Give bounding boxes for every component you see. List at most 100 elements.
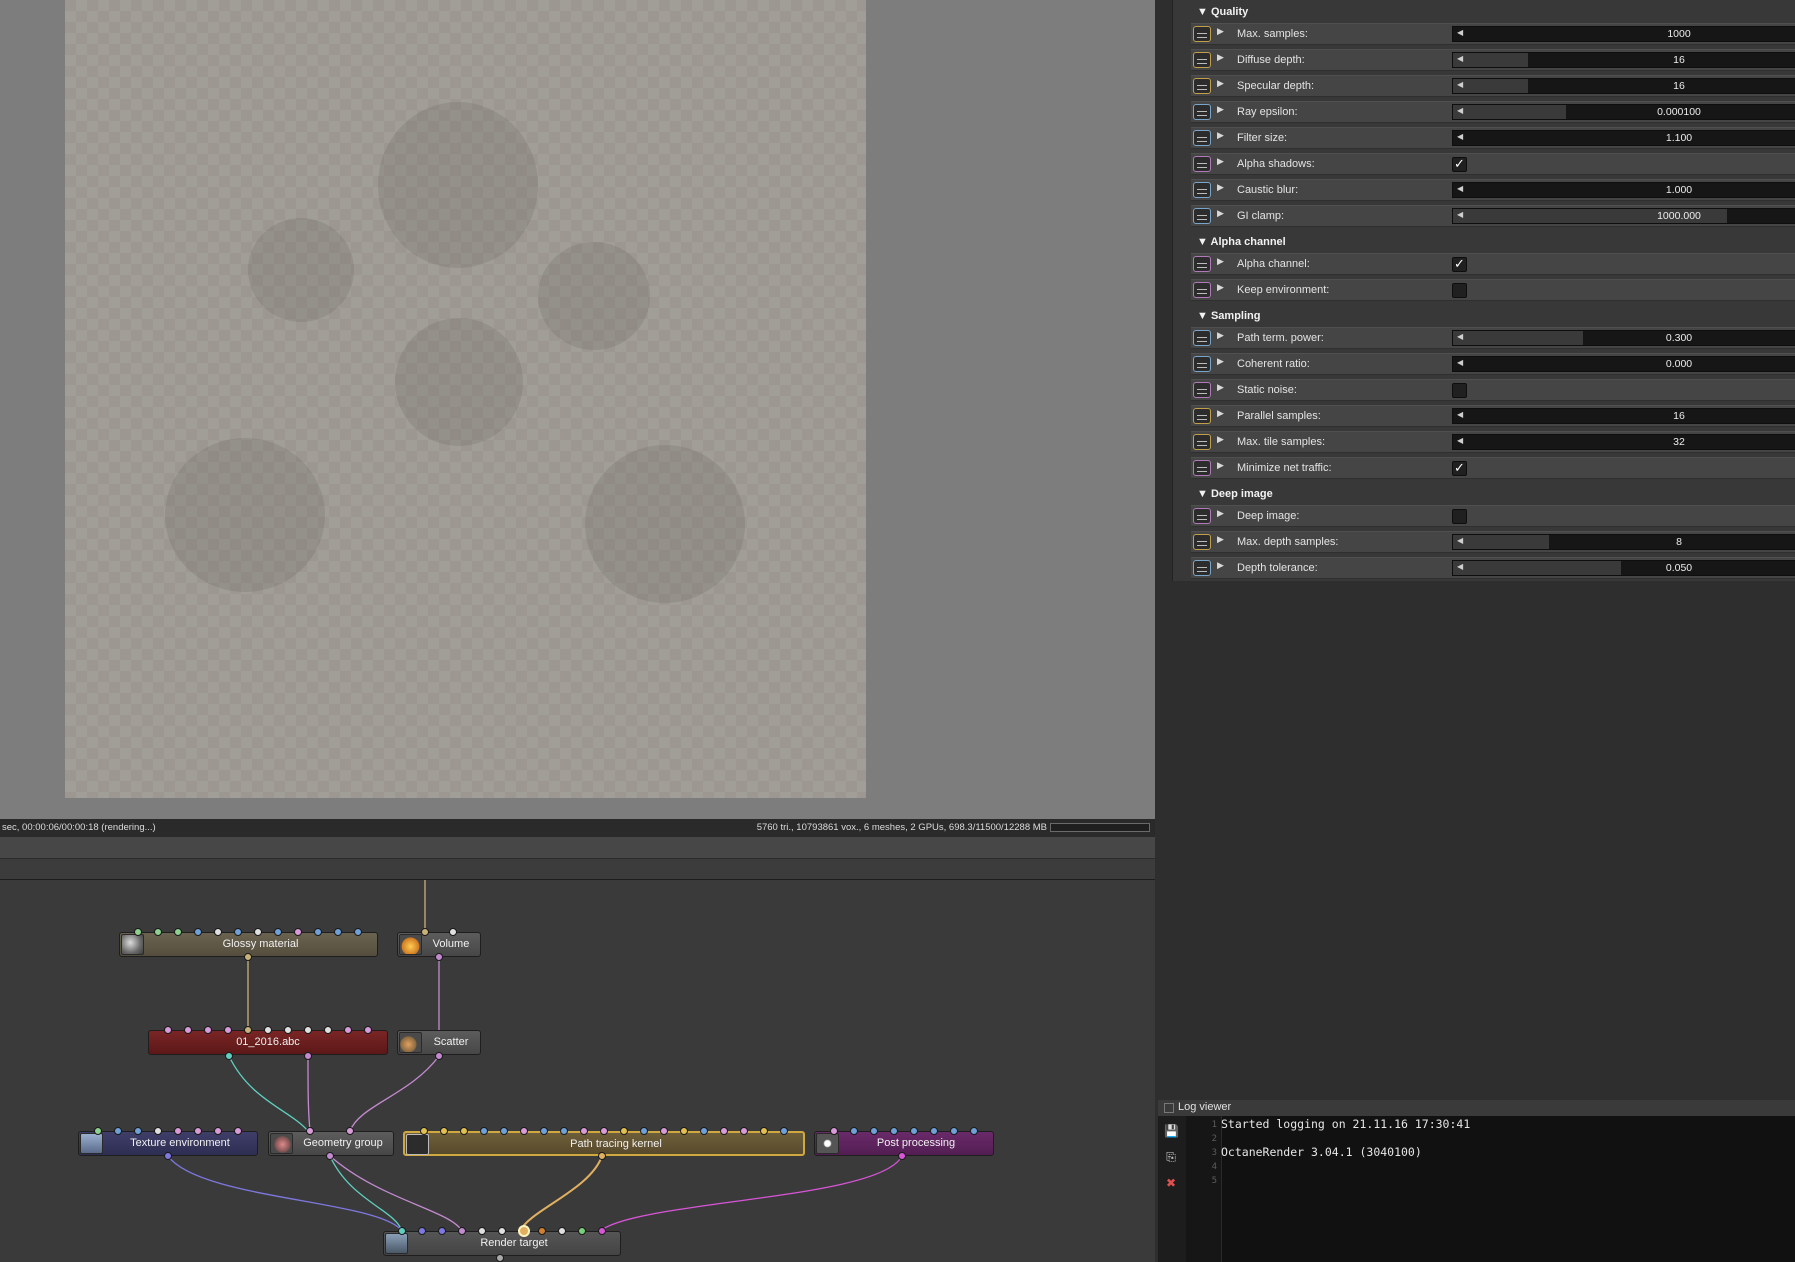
decrement-arrow-icon[interactable]: ◀	[1457, 106, 1463, 115]
input-pin[interactable]	[364, 1026, 372, 1034]
deep-image-checkbox[interactable]	[1452, 509, 1467, 524]
input-pin[interactable]	[234, 928, 242, 936]
input-pin[interactable]	[740, 1127, 748, 1135]
output-pin[interactable]	[598, 1152, 606, 1160]
input-pin[interactable]	[830, 1127, 838, 1135]
input-pin[interactable]	[214, 928, 222, 936]
param-depth-tolerance[interactable]: ▶ Depth tolerance: ◀ 0.050	[1191, 557, 1795, 579]
param-caustic-blur[interactable]: ▶ Caustic blur: ◀ 1.000	[1191, 179, 1795, 201]
output-pin[interactable]	[164, 1152, 172, 1160]
input-pin[interactable]	[538, 1227, 546, 1235]
coherent-ratio-slider[interactable]: ◀ 0.000	[1452, 356, 1795, 372]
expand-arrow-icon[interactable]: ▶	[1217, 561, 1224, 571]
input-pin[interactable]	[558, 1227, 566, 1235]
input-pin[interactable]	[154, 1127, 162, 1135]
copy-icon[interactable]: ⎘	[1164, 1150, 1178, 1164]
filter-size-slider[interactable]: ◀ 1.100	[1452, 130, 1795, 146]
input-pin[interactable]	[254, 928, 262, 936]
ray-epsilon-slider[interactable]: ◀ 0.000100	[1452, 104, 1795, 120]
output-pin[interactable]	[435, 953, 443, 961]
input-pin[interactable]	[680, 1127, 688, 1135]
input-pin[interactable]	[134, 928, 142, 936]
expand-arrow-icon[interactable]: ▶	[1217, 383, 1224, 393]
decrement-arrow-icon[interactable]: ◀	[1457, 358, 1463, 367]
input-pin[interactable]	[334, 928, 342, 936]
param-filter-size[interactable]: ▶ Filter size: ◀ 1.100	[1191, 127, 1795, 149]
float-pin-icon[interactable]	[1193, 560, 1211, 576]
decrement-arrow-icon[interactable]: ◀	[1457, 54, 1463, 63]
input-pin[interactable]	[304, 1026, 312, 1034]
input-pin[interactable]	[449, 928, 457, 936]
decrement-arrow-icon[interactable]: ◀	[1457, 80, 1463, 89]
param-diffuse-depth[interactable]: ▶ Diffuse depth: ◀ 16	[1191, 49, 1795, 71]
bool-pin-icon[interactable]	[1193, 256, 1211, 272]
expand-arrow-icon[interactable]: ▶	[1217, 409, 1224, 419]
clear-log-icon[interactable]: ✖	[1164, 1176, 1178, 1190]
decrement-arrow-icon[interactable]: ◀	[1457, 332, 1463, 341]
caustic-blur-slider[interactable]: ◀ 1.000	[1452, 182, 1795, 198]
expand-arrow-icon[interactable]: ▶	[1217, 357, 1224, 367]
decrement-arrow-icon[interactable]: ◀	[1457, 184, 1463, 193]
node-graph-editor[interactable]: Glossy material Volume 01_2016.abc Scatt…	[0, 880, 1155, 1262]
input-pin[interactable]	[194, 928, 202, 936]
decrement-arrow-icon[interactable]: ◀	[1457, 210, 1463, 219]
output-pin[interactable]	[496, 1254, 504, 1262]
input-pin[interactable]	[760, 1127, 768, 1135]
output-pin[interactable]	[435, 1052, 443, 1060]
keep-environment-checkbox[interactable]	[1452, 283, 1467, 298]
expand-arrow-icon[interactable]: ▶	[1217, 209, 1224, 219]
alpha-channel-checkbox[interactable]: ✓	[1452, 257, 1467, 272]
diffuse-depth-slider[interactable]: ◀ 16	[1452, 52, 1795, 68]
param-max-tile-samples[interactable]: ▶ Max. tile samples: ◀ 32	[1191, 431, 1795, 453]
input-pin[interactable]	[344, 1026, 352, 1034]
log-viewer[interactable]: Log viewer 💾 ⎘ ✖ 1 2 3 4 5 Started loggi…	[1158, 1100, 1795, 1262]
input-pin[interactable]	[284, 1026, 292, 1034]
log-viewer-dock-checkbox[interactable]	[1164, 1103, 1174, 1113]
input-pin[interactable]	[420, 1127, 428, 1135]
expand-arrow-icon[interactable]: ▶	[1217, 79, 1224, 89]
int-pin-icon[interactable]	[1193, 52, 1211, 68]
max-tile-samples-slider[interactable]: ◀ 32	[1452, 434, 1795, 450]
input-pin[interactable]	[244, 1026, 252, 1034]
param-ray-epsilon[interactable]: ▶ Ray epsilon: ◀ 0.000100	[1191, 101, 1795, 123]
int-pin-icon[interactable]	[1193, 434, 1211, 450]
input-pin[interactable]	[620, 1127, 628, 1135]
input-pin[interactable]	[114, 1127, 122, 1135]
input-pin[interactable]	[890, 1127, 898, 1135]
input-pin[interactable]	[421, 928, 429, 936]
static-noise-checkbox[interactable]	[1452, 383, 1467, 398]
param-parallel-samples[interactable]: ▶ Parallel samples: ◀ 16	[1191, 405, 1795, 427]
input-pin[interactable]	[398, 1227, 406, 1235]
input-pin[interactable]	[94, 1127, 102, 1135]
minimize-net-traffic-checkbox[interactable]: ✓	[1452, 461, 1467, 476]
input-pin[interactable]	[478, 1227, 486, 1235]
param-keep-environment[interactable]: ▶ Keep environment:	[1191, 279, 1795, 301]
float-pin-icon[interactable]	[1193, 130, 1211, 146]
decrement-arrow-icon[interactable]: ◀	[1457, 562, 1463, 571]
param-max-depth-samples[interactable]: ▶ Max. depth samples: ◀ 8	[1191, 531, 1795, 553]
int-pin-icon[interactable]	[1193, 534, 1211, 550]
max-samples-slider[interactable]: ◀ 1000	[1452, 26, 1795, 42]
input-pin[interactable]	[354, 928, 362, 936]
input-pin[interactable]	[438, 1227, 446, 1235]
expand-arrow-icon[interactable]: ▶	[1217, 157, 1224, 167]
param-gi-clamp[interactable]: ▶ GI clamp: ◀ 1000.000	[1191, 205, 1795, 227]
output-pin[interactable]	[898, 1152, 906, 1160]
input-pin[interactable]	[458, 1227, 466, 1235]
input-pin[interactable]	[640, 1127, 648, 1135]
output-pin[interactable]	[326, 1152, 334, 1160]
input-pin[interactable]	[600, 1127, 608, 1135]
output-pin[interactable]	[244, 953, 252, 961]
param-alpha-shadows[interactable]: ▶ Alpha shadows: ✓	[1191, 153, 1795, 175]
input-pin[interactable]	[204, 1026, 212, 1034]
input-pin[interactable]	[780, 1127, 788, 1135]
bool-pin-icon[interactable]	[1193, 382, 1211, 398]
depth-tolerance-slider[interactable]: ◀ 0.050	[1452, 560, 1795, 576]
input-pin[interactable]	[346, 1127, 354, 1135]
input-pin[interactable]	[214, 1127, 222, 1135]
max-depth-samples-slider[interactable]: ◀ 8	[1452, 534, 1795, 550]
bool-pin-icon[interactable]	[1193, 460, 1211, 476]
section-deep-image-header[interactable]: ▼ Deep image	[1197, 488, 1273, 500]
int-pin-icon[interactable]	[1193, 78, 1211, 94]
input-pin[interactable]	[850, 1127, 858, 1135]
